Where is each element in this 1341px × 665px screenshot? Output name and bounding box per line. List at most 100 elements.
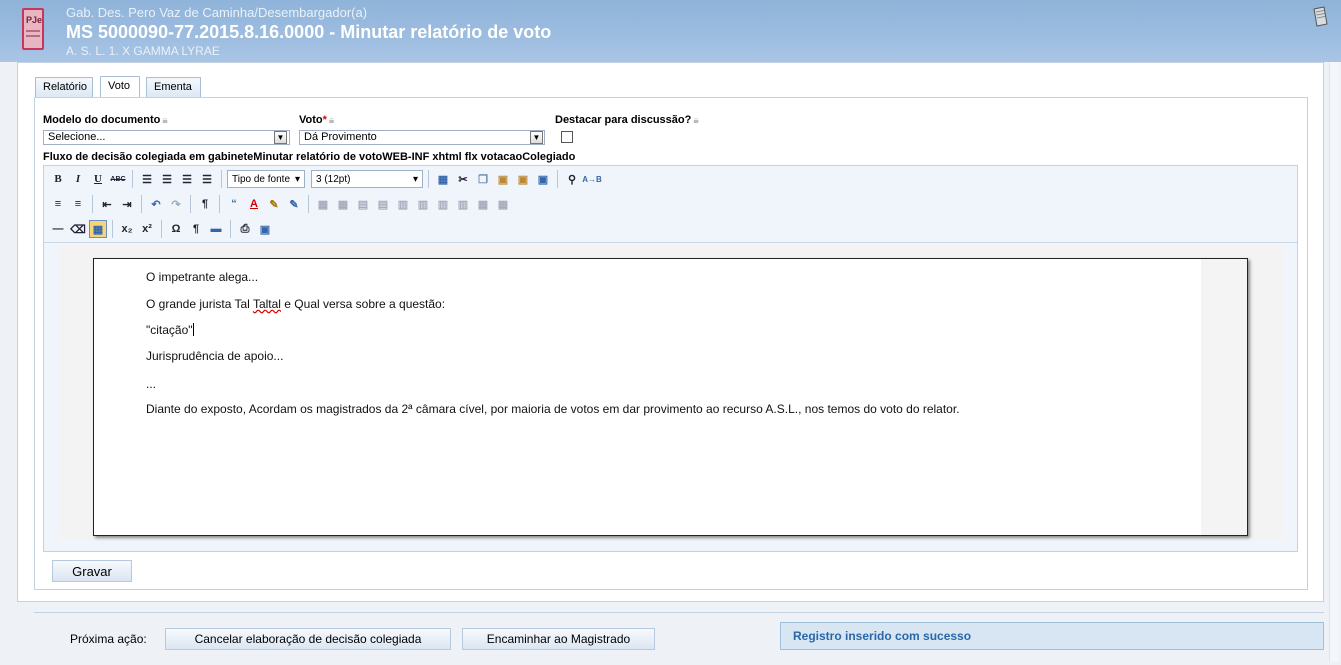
scrollbar-thumb[interactable] bbox=[1329, 62, 1339, 662]
lock-icon: 🔒︎ bbox=[162, 115, 168, 126]
paragraph: O grande jurista Tal Taltal e Qual versa… bbox=[146, 297, 446, 311]
toolbar-separator bbox=[112, 220, 113, 238]
save-button-label: Gravar bbox=[72, 563, 112, 579]
vote-label: Voto* 🔒︎ bbox=[299, 114, 335, 126]
next-action-label: Próxima ação: bbox=[70, 632, 147, 646]
redo-icon[interactable]: ↷ bbox=[167, 195, 185, 213]
header-parties: A. S. L. 1. X GAMMA LYRAE bbox=[66, 44, 220, 58]
cancel-decision-label: Cancelar elaboração de decisão colegiada bbox=[194, 632, 422, 646]
toolbar-separator bbox=[141, 195, 142, 213]
edit-source-icon[interactable]: ✎ bbox=[285, 195, 303, 213]
forward-magistrate-button[interactable]: Encaminhar ao Magistrado bbox=[462, 628, 655, 650]
logo-text: PJe bbox=[26, 15, 42, 25]
page-margin-left bbox=[94, 259, 138, 535]
italic-icon[interactable]: I bbox=[69, 170, 87, 188]
bullet-list-icon[interactable]: ≡ bbox=[49, 195, 67, 213]
success-message: Registro inserido com sucesso bbox=[780, 622, 1324, 650]
insert-row-icon[interactable]: ▤ bbox=[354, 195, 372, 213]
tab-label: Ementa bbox=[154, 81, 192, 93]
table-props-icon[interactable]: ▦ bbox=[334, 195, 352, 213]
align-center-icon[interactable]: ☰ bbox=[158, 170, 176, 188]
toolbar-separator bbox=[557, 170, 558, 188]
toolbar-divider bbox=[44, 242, 1297, 243]
align-justify-icon[interactable]: ☰ bbox=[198, 170, 216, 188]
split-cell-icon[interactable]: ▥ bbox=[414, 195, 432, 213]
page-break-icon[interactable]: ▬ bbox=[207, 220, 225, 238]
print-icon[interactable]: ⎙ bbox=[236, 220, 254, 238]
vote-dropdown-arrow-icon[interactable]: ▼ bbox=[530, 131, 543, 144]
app-header: PJe Gab. Des. Pero Vaz de Caminha/Desemb… bbox=[0, 0, 1341, 62]
eraser-icon[interactable]: ⌫ bbox=[69, 220, 87, 238]
paragraph: "citação" bbox=[146, 323, 194, 337]
vote-select[interactable]: Dá Provimento bbox=[299, 130, 545, 145]
tab-ementa[interactable]: Ementa bbox=[146, 77, 201, 98]
indent-icon[interactable]: ⇥ bbox=[118, 195, 136, 213]
paragraph: Jurisprudência de apoio... bbox=[146, 349, 284, 363]
underline-icon[interactable]: U bbox=[89, 170, 107, 188]
toolbar-separator bbox=[219, 195, 220, 213]
bold-icon[interactable]: B bbox=[49, 170, 67, 188]
highlight-checkbox[interactable] bbox=[561, 131, 573, 143]
replace-icon[interactable]: A→B bbox=[582, 170, 602, 188]
toolbar-separator bbox=[230, 220, 231, 238]
page-margin-right bbox=[1201, 259, 1247, 535]
paragraph: ... bbox=[146, 377, 157, 391]
save-button[interactable]: Gravar bbox=[52, 560, 132, 582]
insert-col-icon[interactable]: ▥ bbox=[394, 195, 412, 213]
tab-relatorio[interactable]: Relatório bbox=[35, 77, 93, 98]
forward-magistrate-label: Encaminhar ao Magistrado bbox=[486, 632, 631, 646]
blockquote-icon[interactable]: “ bbox=[225, 195, 243, 213]
paste-word-icon[interactable]: ▣ bbox=[534, 170, 552, 188]
show-invisible-icon[interactable]: ¶ bbox=[187, 220, 205, 238]
delete-row-icon[interactable]: ▤ bbox=[374, 195, 392, 213]
document-page[interactable]: O impetrante alega... O grande jurista T… bbox=[93, 258, 1248, 536]
cancel-decision-button[interactable]: Cancelar elaboração de decisão colegiada bbox=[165, 628, 451, 650]
superscript-icon[interactable]: x² bbox=[138, 220, 156, 238]
model-select[interactable]: Selecione... bbox=[43, 130, 290, 145]
font-family-select[interactable]: Tipo de fonte ▾ bbox=[227, 170, 305, 188]
tab-voto[interactable]: Voto bbox=[100, 76, 140, 98]
outdent-icon[interactable]: ⇤ bbox=[98, 195, 116, 213]
model-label: Modelo do documento 🔒︎ bbox=[43, 114, 168, 126]
toolbar-separator bbox=[161, 220, 162, 238]
document-icon[interactable] bbox=[1311, 6, 1329, 28]
paragraph-icon[interactable]: ¶ bbox=[196, 195, 214, 213]
tab-label: Relatório bbox=[43, 81, 88, 93]
table-delete-icon[interactable]: ▦ bbox=[474, 195, 492, 213]
align-right-icon[interactable]: ☰ bbox=[178, 170, 196, 188]
cell-props-icon[interactable]: ▦ bbox=[494, 195, 512, 213]
model-dropdown-arrow-icon[interactable]: ▼ bbox=[274, 131, 287, 144]
header-subtitle: Gab. Des. Pero Vaz de Caminha/Desembarga… bbox=[66, 5, 368, 20]
toolbar-separator bbox=[308, 195, 309, 213]
align-left-icon[interactable]: ☰ bbox=[138, 170, 156, 188]
undo-icon[interactable]: ↶ bbox=[147, 195, 165, 213]
footer-divider bbox=[34, 612, 1324, 613]
delete-col-icon[interactable]: ▥ bbox=[454, 195, 472, 213]
text-cursor bbox=[192, 323, 194, 336]
highlight-color-icon[interactable]: ✎ bbox=[265, 195, 283, 213]
merge-cell-icon[interactable]: ▥ bbox=[434, 195, 452, 213]
toolbar-separator bbox=[221, 170, 222, 188]
font-color-icon[interactable]: A bbox=[245, 195, 263, 213]
select-all-icon[interactable]: ▦ bbox=[434, 170, 452, 188]
copy-icon[interactable]: ❐ bbox=[474, 170, 492, 188]
find-icon[interactable]: ⚲ bbox=[563, 170, 581, 188]
toolbar-separator bbox=[92, 195, 93, 213]
horizontal-rule-icon[interactable]: — bbox=[49, 220, 67, 238]
cut-icon[interactable]: ✂ bbox=[454, 170, 472, 188]
special-char-icon[interactable]: Ω bbox=[167, 220, 185, 238]
lock-icon: 🔒︎ bbox=[693, 115, 699, 126]
paste-text-icon[interactable]: ▣ bbox=[514, 170, 532, 188]
paste-icon[interactable]: ▣ bbox=[494, 170, 512, 188]
insert-table-icon[interactable]: ▦ bbox=[89, 220, 107, 238]
required-marker: * bbox=[322, 114, 327, 126]
toolbar-separator bbox=[190, 195, 191, 213]
font-size-select[interactable]: 3 (12pt) ▾ bbox=[311, 170, 423, 188]
fullscreen-icon[interactable]: ▣ bbox=[256, 220, 274, 238]
table-icon[interactable]: ▦ bbox=[314, 195, 332, 213]
numbered-list-icon[interactable]: ≡ bbox=[69, 195, 87, 213]
pje-logo-icon: PJe bbox=[22, 8, 44, 50]
strikethrough-icon[interactable]: ABC bbox=[109, 170, 127, 188]
paragraph: O impetrante alega... bbox=[146, 270, 259, 284]
subscript-icon[interactable]: x₂ bbox=[118, 220, 136, 238]
